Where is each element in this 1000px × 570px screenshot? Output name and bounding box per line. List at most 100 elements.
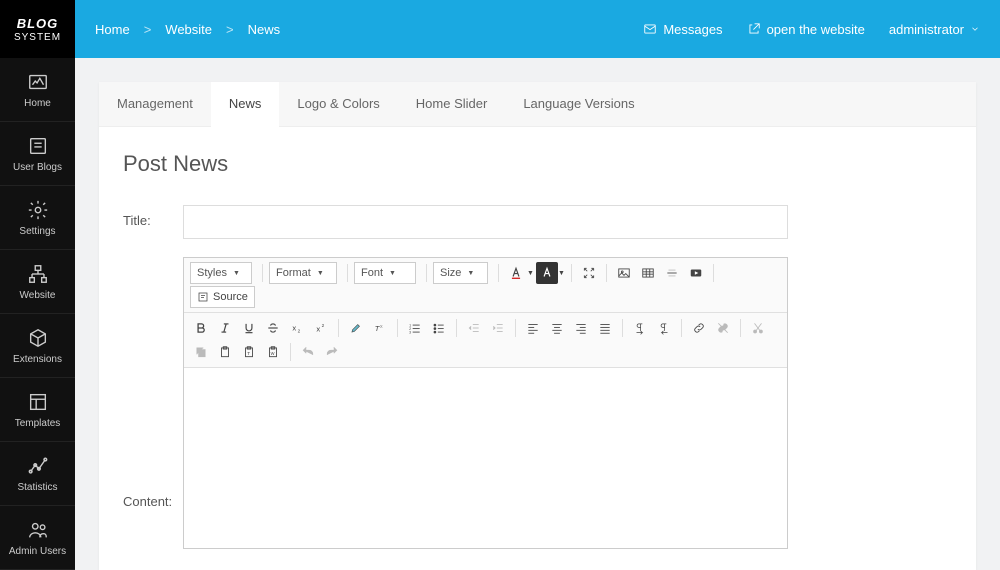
tab-home-slider[interactable]: Home Slider xyxy=(398,82,506,126)
align-left-button[interactable] xyxy=(522,317,544,339)
messages-link[interactable]: Messages xyxy=(643,22,722,37)
sidebar: BLOG SYSTEM Home User Blogs Settings Web… xyxy=(0,0,75,570)
sitemap-icon xyxy=(27,263,49,285)
align-justify-button[interactable] xyxy=(594,317,616,339)
user-dropdown[interactable]: administrator xyxy=(889,22,980,37)
editor-content[interactable] xyxy=(184,368,787,548)
toolbar-row-2: x2 x2 Tx 123 xyxy=(184,313,787,368)
text-color-button[interactable] xyxy=(505,262,527,284)
tab-language-versions[interactable]: Language Versions xyxy=(505,82,652,126)
superscript-button[interactable]: x2 xyxy=(310,317,332,339)
bg-color-button[interactable] xyxy=(536,262,558,284)
logo: BLOG SYSTEM xyxy=(0,0,75,58)
svg-text:x: x xyxy=(292,323,296,332)
sidebar-item-label: Admin Users xyxy=(9,546,66,557)
home-icon xyxy=(27,71,49,93)
strike-button[interactable] xyxy=(262,317,284,339)
sidebar-item-label: Settings xyxy=(19,226,55,237)
users-icon xyxy=(27,519,49,541)
sidebar-item-templates[interactable]: Templates xyxy=(0,378,75,442)
tab-logo-colors[interactable]: Logo & Colors xyxy=(279,82,397,126)
sidebar-item-label: User Blogs xyxy=(13,162,62,173)
image-button[interactable] xyxy=(613,262,635,284)
stats-icon xyxy=(27,455,49,477)
rich-editor: Styles▼ Format▼ Font▼ Size▼ ▼ ▼ xyxy=(183,257,788,549)
maximize-button[interactable] xyxy=(578,262,600,284)
bold-button[interactable] xyxy=(190,317,212,339)
cube-icon xyxy=(27,327,49,349)
chevron-down-icon xyxy=(970,24,980,34)
tab-news[interactable]: News xyxy=(211,82,280,127)
hr-button[interactable] xyxy=(661,262,683,284)
underline-button[interactable] xyxy=(238,317,260,339)
topbar: Home > Website > News Messages open the … xyxy=(75,0,1000,58)
breadcrumb-item[interactable]: Home xyxy=(95,22,130,37)
copy-button[interactable] xyxy=(190,341,212,363)
svg-text:W: W xyxy=(271,351,275,356)
outdent-button[interactable] xyxy=(463,317,485,339)
sidebar-item-label: Statistics xyxy=(17,482,57,493)
topbar-right: Messages open the website administrator xyxy=(643,22,980,37)
source-button[interactable]: Source xyxy=(190,286,255,308)
sidebar-item-statistics[interactable]: Statistics xyxy=(0,442,75,506)
styles-combo[interactable]: Styles▼ xyxy=(190,262,252,284)
sidebar-item-admin-users[interactable]: Admin Users xyxy=(0,506,75,570)
sidebar-nav: Home User Blogs Settings Website Extensi… xyxy=(0,58,75,570)
numbered-list-button[interactable]: 123 xyxy=(404,317,426,339)
sidebar-item-website[interactable]: Website xyxy=(0,250,75,314)
card: Management News Logo & Colors Home Slide… xyxy=(99,82,976,570)
svg-text:x: x xyxy=(316,325,320,334)
italic-button[interactable] xyxy=(214,317,236,339)
logo-top: BLOG xyxy=(17,16,59,31)
paste-word-button[interactable]: W xyxy=(262,341,284,363)
external-icon xyxy=(747,22,761,36)
size-combo[interactable]: Size▼ xyxy=(433,262,488,284)
breadcrumb-sep: > xyxy=(144,22,152,37)
message-icon xyxy=(643,22,657,36)
undo-button[interactable] xyxy=(297,341,319,363)
sidebar-item-label: Templates xyxy=(15,418,61,429)
breadcrumb-item[interactable]: Website xyxy=(165,22,212,37)
table-button[interactable] xyxy=(637,262,659,284)
sidebar-item-label: Home xyxy=(24,98,51,109)
gear-icon xyxy=(27,199,49,221)
sidebar-item-label: Extensions xyxy=(13,354,62,365)
sidebar-item-settings[interactable]: Settings xyxy=(0,186,75,250)
paste-button[interactable] xyxy=(214,341,236,363)
remove-format-button[interactable]: Tx xyxy=(369,317,391,339)
unlink-button[interactable] xyxy=(712,317,734,339)
sidebar-item-extensions[interactable]: Extensions xyxy=(0,314,75,378)
template-icon xyxy=(27,391,49,413)
cut-button[interactable] xyxy=(747,317,769,339)
open-website-link[interactable]: open the website xyxy=(747,22,865,37)
format-combo[interactable]: Format▼ xyxy=(269,262,337,284)
align-center-button[interactable] xyxy=(546,317,568,339)
open-website-label: open the website xyxy=(767,22,865,37)
indent-button[interactable] xyxy=(487,317,509,339)
breadcrumb-item[interactable]: News xyxy=(248,22,281,37)
svg-text:2: 2 xyxy=(298,329,301,334)
sidebar-item-home[interactable]: Home xyxy=(0,58,75,122)
redo-button[interactable] xyxy=(321,341,343,363)
paste-text-button[interactable]: T xyxy=(238,341,260,363)
rtl-button[interactable] xyxy=(653,317,675,339)
tab-management[interactable]: Management xyxy=(99,82,211,126)
video-button[interactable] xyxy=(685,262,707,284)
page-body: Post News Title: Content: Styles▼ Format… xyxy=(99,127,976,549)
link-button[interactable] xyxy=(688,317,710,339)
subscript-button[interactable]: x2 xyxy=(286,317,308,339)
svg-text:2: 2 xyxy=(322,323,325,328)
svg-text:x: x xyxy=(380,324,383,330)
title-row: Title: xyxy=(123,205,952,239)
ltr-button[interactable] xyxy=(629,317,651,339)
content-row: Content: Styles▼ Format▼ Font▼ Size▼ xyxy=(123,257,952,549)
blog-icon xyxy=(27,135,49,157)
font-combo[interactable]: Font▼ xyxy=(354,262,416,284)
title-input[interactable] xyxy=(183,205,788,239)
align-right-button[interactable] xyxy=(570,317,592,339)
highlight-button[interactable] xyxy=(345,317,367,339)
bullet-list-button[interactable] xyxy=(428,317,450,339)
tabs: Management News Logo & Colors Home Slide… xyxy=(99,82,976,127)
sidebar-item-user-blogs[interactable]: User Blogs xyxy=(0,122,75,186)
content: Management News Logo & Colors Home Slide… xyxy=(75,58,1000,570)
